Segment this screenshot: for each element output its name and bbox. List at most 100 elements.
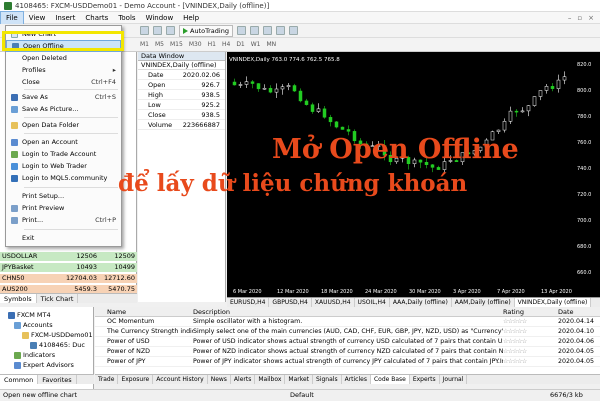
menu-item-save-as-picture[interactable]: Save As Picture... xyxy=(6,103,121,115)
metaeditor-icon[interactable] xyxy=(153,26,162,35)
chart-tab[interactable]: AAA,Daily (offline) xyxy=(390,298,452,307)
data-key: High xyxy=(148,91,163,99)
line-chart-icon[interactable] xyxy=(262,26,272,35)
tab-market[interactable]: Market xyxy=(285,375,314,384)
date-label: 12 Mar 2020 xyxy=(277,289,309,295)
tf-h1[interactable]: H1 xyxy=(208,41,216,48)
tab-news[interactable]: News xyxy=(208,375,231,384)
window-controls: – ▫ × xyxy=(568,14,600,22)
app-icon xyxy=(4,1,12,10)
menu-item-login-mql5[interactable]: Login to MQL5.community xyxy=(6,172,121,184)
table-row[interactable]: Power of JPY Power of JPY indicator shows… xyxy=(95,357,600,367)
column-header[interactable]: Date xyxy=(558,307,598,316)
nav-item-label: FXCM MT4 xyxy=(17,311,51,319)
menu-item-login-trade[interactable]: Login to Trade Account xyxy=(6,148,121,160)
menu-item-open-account[interactable]: Open an Account xyxy=(6,136,121,148)
menu-file[interactable]: File xyxy=(0,10,24,25)
market-row[interactable]: JPYBasket 10493 10499 xyxy=(0,263,137,272)
menu-window[interactable]: Window xyxy=(141,12,179,24)
nav-item[interactable]: Expert Advisors xyxy=(14,361,74,369)
table-row[interactable]: Power of NZD Power of NZD indicator shows… xyxy=(95,347,600,357)
column-header[interactable]: Description xyxy=(193,307,503,316)
candle-body xyxy=(292,85,297,92)
tf-h4[interactable]: H4 xyxy=(222,41,230,48)
data-value: 925.2 xyxy=(201,101,220,109)
tab-tick-chart[interactable]: Tick Chart xyxy=(37,294,79,303)
menu-help[interactable]: Help xyxy=(178,12,204,24)
candle-body xyxy=(322,108,327,118)
tab-account-history[interactable]: Account History xyxy=(153,375,208,384)
market-row[interactable]: CHN50 12704.03 12712.60 xyxy=(0,274,137,283)
zoom-in-icon[interactable] xyxy=(275,26,285,35)
menu-charts[interactable]: Charts xyxy=(80,12,113,24)
tf-d1[interactable]: D1 xyxy=(236,41,244,48)
symbol-name: JPYBasket xyxy=(2,263,34,271)
tf-m15[interactable]: M15 xyxy=(170,41,183,48)
menu-view[interactable]: View xyxy=(24,12,51,24)
nav-item[interactable]: Indicators xyxy=(14,351,55,359)
menu-tools[interactable]: Tools xyxy=(113,12,140,24)
autotrading-button[interactable]: AutoTrading xyxy=(179,24,233,37)
data-row: Low 925.2 xyxy=(138,100,225,110)
restore-icon[interactable]: ▫ xyxy=(577,14,582,22)
navigator-icon[interactable] xyxy=(166,26,175,35)
menu-insert[interactable]: Insert xyxy=(50,12,80,24)
menu-item-print[interactable]: Print... Ctrl+P xyxy=(6,214,121,226)
nav-item[interactable]: FXCM-USDDemo01 xyxy=(22,331,93,339)
tab-favorites[interactable]: Favorites xyxy=(38,375,77,384)
chart-tab[interactable]: USOIL,H4 xyxy=(355,298,390,307)
menu-item-print-setup[interactable]: Print Setup... xyxy=(6,190,121,202)
nav-item[interactable]: Accounts xyxy=(14,321,53,329)
tab-articles[interactable]: Articles xyxy=(342,375,371,384)
menu-item-exit[interactable]: Exit xyxy=(6,232,121,244)
menu-item-open-deleted[interactable]: Open Deleted xyxy=(6,52,121,64)
nav-item[interactable]: 4108465: Duc xyxy=(30,341,85,349)
menu-item-close[interactable]: Close Ctrl+F4 xyxy=(6,76,121,88)
tab-common[interactable]: Common xyxy=(0,375,39,384)
table-row[interactable]: OC Momentum Simple oscillator with a hist… xyxy=(95,317,600,327)
tab-code-base[interactable]: Code Base xyxy=(370,375,410,384)
tf-mn[interactable]: MN xyxy=(267,41,277,48)
menu-item-print-preview[interactable]: Print Preview xyxy=(6,202,121,214)
chart-tab[interactable]: EURUSD,H4 xyxy=(227,298,270,307)
chart-tab[interactable]: XAUUSD,H4 xyxy=(312,298,355,307)
table-row[interactable]: Power of USD Power of USD indicator shows… xyxy=(95,337,600,347)
menu-item-save-as[interactable]: Save As Ctrl+S xyxy=(6,91,121,103)
tab-alerts[interactable]: Alerts xyxy=(231,375,256,384)
tf-w1[interactable]: W1 xyxy=(251,41,261,48)
tf-m30[interactable]: M30 xyxy=(189,41,202,48)
server-icon xyxy=(22,331,29,339)
menu-item-open-data-folder[interactable]: Open Data Folder xyxy=(6,119,121,131)
candle-body xyxy=(514,110,519,113)
chart-tab[interactable]: AAM,Daily (offline) xyxy=(452,298,515,307)
chart-tab-active[interactable]: VNINDEX,Daily (offline) xyxy=(514,298,592,307)
menu-item-login-web[interactable]: Login to Web Trader xyxy=(6,160,121,172)
tab-journal[interactable]: Journal xyxy=(440,375,468,384)
data-row: High 938.5 xyxy=(138,90,225,100)
status-bar: Open new offline chart Default 6676/3 kb xyxy=(0,389,600,400)
tab-experts[interactable]: Experts xyxy=(410,375,440,384)
zoom-out-icon[interactable] xyxy=(288,26,298,35)
new-order-icon[interactable] xyxy=(140,26,149,35)
tab-exposure[interactable]: Exposure xyxy=(118,375,154,384)
tf-m5[interactable]: M5 xyxy=(155,41,164,48)
tab-trade[interactable]: Trade xyxy=(95,375,119,384)
column-header[interactable]: Rating xyxy=(503,307,558,316)
nav-item[interactable]: FXCM MT4 xyxy=(8,311,51,319)
tab-signals[interactable]: Signals xyxy=(313,375,342,384)
menu-item-profiles[interactable]: Profiles ▸ xyxy=(6,64,121,76)
close-icon[interactable]: × xyxy=(588,14,594,22)
minimize-icon[interactable]: – xyxy=(568,14,572,22)
candle-chart-icon[interactable] xyxy=(249,26,259,35)
candle-body xyxy=(274,88,279,93)
chart-tab[interactable]: GBPUSD,H4 xyxy=(269,298,312,307)
data-window-title: Data Window xyxy=(138,52,225,61)
nav-item-label: 4108465: Duc xyxy=(39,341,85,349)
market-row[interactable]: USDOLLAR 12506 12509 xyxy=(0,252,137,261)
tab-mailbox[interactable]: Mailbox xyxy=(255,375,286,384)
bar-chart-icon[interactable] xyxy=(236,26,246,35)
tab-symbols[interactable]: Symbols xyxy=(0,294,37,303)
tf-m1[interactable]: M1 xyxy=(140,41,149,48)
column-header[interactable]: Name xyxy=(95,307,193,316)
table-row[interactable]: The Currency Strength indicator...Simply… xyxy=(95,327,600,337)
